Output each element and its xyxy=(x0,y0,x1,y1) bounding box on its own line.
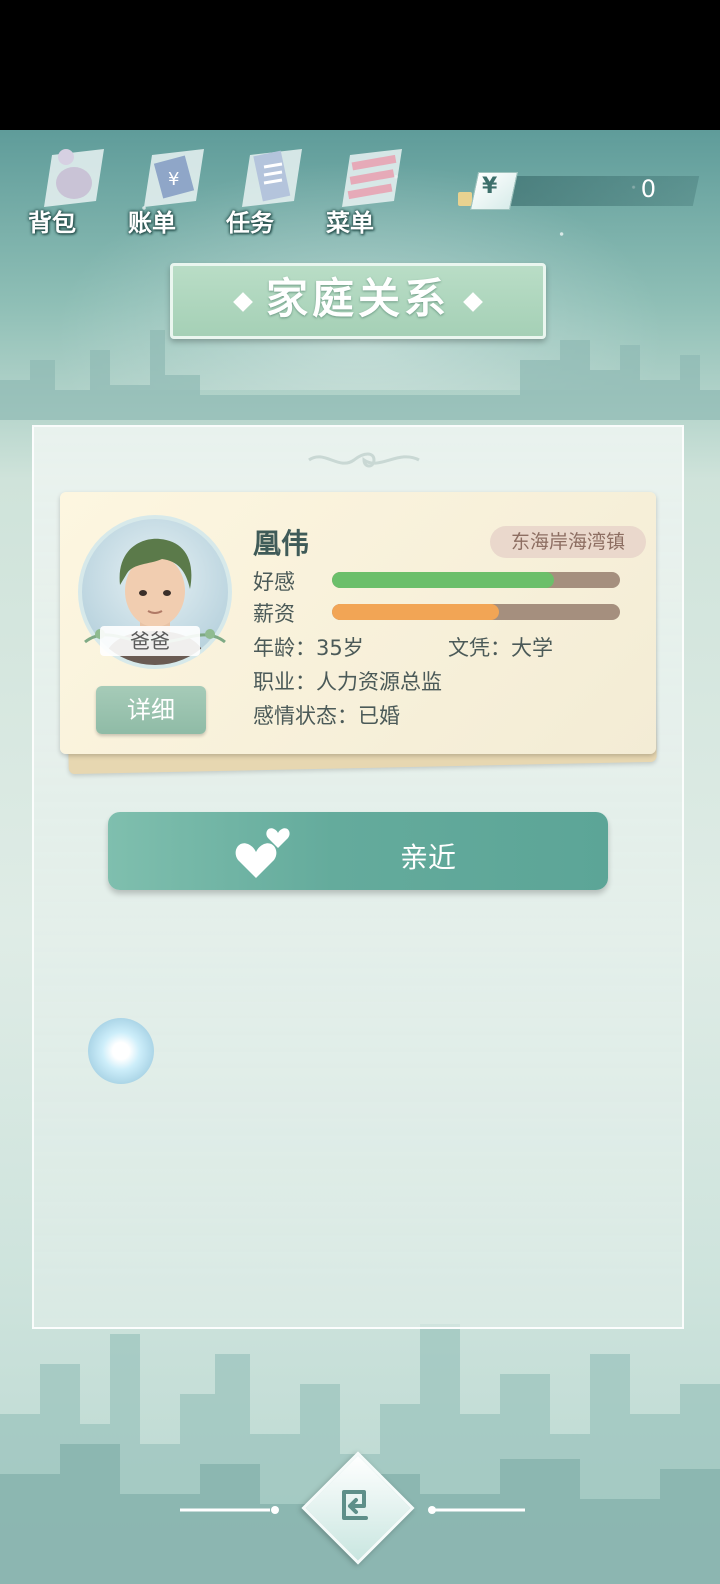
page-title: 家庭关系 xyxy=(265,274,450,323)
location-badge: 东海岸海湾镇 xyxy=(490,526,646,558)
status-bar xyxy=(0,0,720,130)
education-text: 文凭：大学 xyxy=(448,636,553,660)
menu-backpack-label: 背包 xyxy=(28,209,76,237)
diamond-right-icon xyxy=(463,291,483,312)
job-text: 职业：人力资源总监 xyxy=(253,670,442,694)
menu-backpack-button[interactable]: 背包 xyxy=(22,145,112,237)
svg-text:¥: ¥ xyxy=(168,169,179,190)
age-text: 年龄：35岁 xyxy=(253,636,364,660)
salary-bar-fill xyxy=(332,604,500,620)
currency-display: ¥ 0 xyxy=(456,172,700,210)
menu-menu-label: 菜单 xyxy=(326,209,374,237)
back-arrow-icon xyxy=(342,1490,368,1520)
detail-button[interactable]: 详细 xyxy=(96,686,206,734)
bill-icon: ¥ xyxy=(144,149,204,207)
currency-marker xyxy=(458,192,472,206)
task-icon xyxy=(242,149,302,207)
back-decoration xyxy=(180,1506,525,1514)
approach-label: 亲近 xyxy=(400,841,457,874)
menu-bill-label: 账单 xyxy=(128,209,176,237)
menu-icon xyxy=(342,149,402,207)
menu-task-button[interactable]: 任务 xyxy=(220,145,310,237)
currency-symbol: ¥ xyxy=(482,174,498,199)
menu-task-label: 任务 xyxy=(226,209,274,237)
currency-value: 0 xyxy=(640,175,656,203)
menu-bill-button[interactable]: ¥ 账单 xyxy=(122,145,212,237)
backpack-icon xyxy=(44,149,104,207)
diamond-left-icon xyxy=(233,291,253,312)
salary-bar xyxy=(332,604,620,620)
role-tag: 爸爸 xyxy=(100,626,200,656)
favor-bar xyxy=(332,572,620,588)
floating-orb-icon[interactable] xyxy=(88,1018,154,1084)
menu-menu-button[interactable]: 菜单 xyxy=(320,145,410,237)
hearts-icon xyxy=(235,828,290,878)
character-name: 凰伟 xyxy=(253,527,310,560)
page-title-banner: 家庭关系 xyxy=(170,263,546,339)
approach-button[interactable] xyxy=(108,812,608,890)
ornament-icon xyxy=(308,452,420,468)
favor-label: 好感 xyxy=(253,570,295,594)
salary-label: 薪资 xyxy=(253,602,295,626)
relationship-text: 感情状态：已婚 xyxy=(253,704,400,728)
favor-bar-fill xyxy=(332,572,554,588)
